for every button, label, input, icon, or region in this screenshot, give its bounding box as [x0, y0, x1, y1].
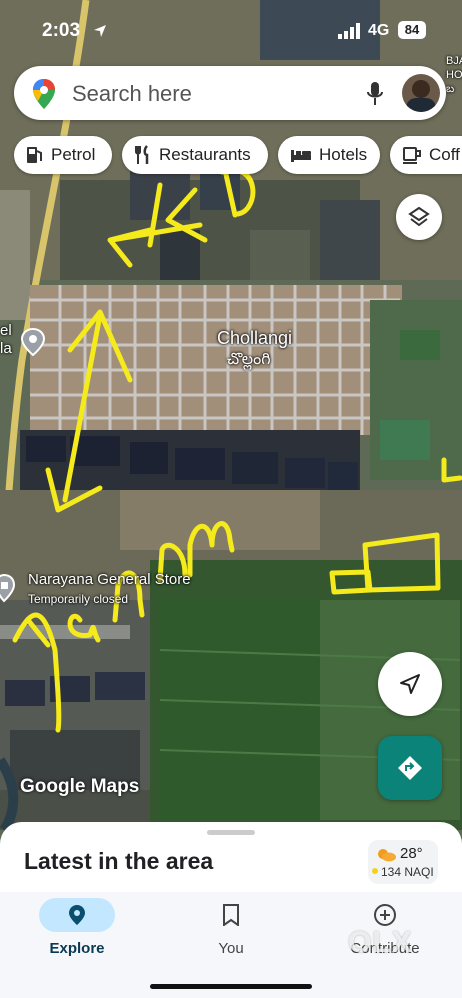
edge-label-2: la	[0, 340, 12, 357]
layers-icon	[408, 206, 430, 227]
annotation-plot-box	[362, 532, 441, 593]
status-time: 2:03	[42, 20, 81, 41]
annotation-letter-d	[222, 167, 238, 218]
chip-hotels[interactable]: Hotels	[278, 136, 380, 174]
location-pin-icon[interactable]	[20, 327, 46, 357]
annotation-double-arrow	[62, 312, 103, 503]
directions-icon	[398, 756, 422, 780]
nav-label: You	[218, 940, 244, 957]
search-input[interactable]: Search here	[72, 81, 192, 107]
edge-label-1: el	[0, 322, 12, 339]
bottom-navigation: Explore You Contribute OLX	[0, 892, 462, 998]
directions-button[interactable]	[378, 736, 442, 800]
chip-restaurants[interactable]: Restaurants	[122, 136, 268, 174]
microphone-icon[interactable]	[366, 81, 384, 107]
weather-widget[interactable]: 28° 134 NAQI	[368, 840, 438, 884]
weather-aqi: 134 NAQI	[381, 865, 434, 879]
partly-cloudy-icon	[378, 849, 396, 862]
nav-explore[interactable]: Explore	[17, 892, 137, 972]
annotation-letter-k	[147, 182, 163, 248]
store-name-label[interactable]: Narayana General Store	[28, 571, 191, 588]
my-location-button[interactable]	[378, 652, 442, 716]
edge-label-right: BJA HO బ	[446, 55, 462, 95]
chip-label: Coff	[429, 145, 460, 164]
bookmark-icon	[223, 904, 239, 926]
chip-label: Restaurants	[159, 145, 251, 164]
olx-watermark: OLX	[348, 926, 413, 959]
bed-icon	[291, 150, 311, 162]
weather-temperature: 28°	[400, 845, 423, 862]
signal-bars-icon	[338, 23, 360, 39]
chip-label: Petrol	[51, 145, 96, 164]
explore-pin-icon	[69, 905, 85, 925]
aqi-dot-icon	[372, 868, 378, 874]
battery-level: 84	[398, 21, 426, 39]
chip-petrol[interactable]: Petrol	[14, 136, 112, 174]
google-maps-branding: Google Maps	[20, 776, 140, 797]
fork-knife-icon	[135, 145, 149, 164]
place-label-chollangi: Chollangi	[217, 328, 293, 348]
place-label-chollangi-telugu: చొల్లంగి	[227, 351, 271, 368]
chip-coffee[interactable]: Coff	[390, 136, 462, 174]
plus-circle-icon	[374, 904, 396, 926]
status-bar: 2:03 4G 84	[0, 0, 462, 56]
google-maps-logo-icon	[33, 79, 55, 109]
coffee-cup-icon	[403, 147, 421, 164]
fuel-icon	[27, 147, 42, 163]
sheet-drag-handle[interactable]	[207, 830, 255, 835]
store-pin-icon[interactable]	[0, 573, 20, 603]
nav-you[interactable]: You	[171, 892, 291, 972]
network-type: 4G	[368, 22, 390, 39]
navigation-arrow-icon	[400, 674, 420, 694]
search-bar[interactable]: Search here	[14, 66, 446, 120]
layers-button[interactable]	[396, 194, 442, 240]
chip-label: Hotels	[319, 145, 368, 164]
location-arrow-icon	[94, 25, 106, 37]
store-status-label: Temporarily closed	[28, 592, 129, 606]
nav-label: Explore	[49, 940, 105, 957]
sheet-title: Latest in the area	[24, 848, 214, 874]
avatar[interactable]	[402, 74, 440, 112]
home-indicator[interactable]	[150, 984, 312, 989]
